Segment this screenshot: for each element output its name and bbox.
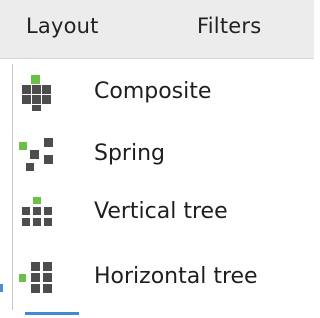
selection-accent-bar (25, 312, 79, 315)
menu-option-label: Composite (94, 79, 212, 104)
vertical-tree-icon (22, 197, 52, 226)
menu-option-label: Vertical tree (94, 199, 228, 224)
menu-option-composite[interactable]: Composite (16, 67, 306, 119)
edge-accent (0, 284, 3, 292)
spring-layout-icon (19, 138, 53, 171)
dropdown-left-border (12, 64, 13, 310)
menu-option-horizontal-tree[interactable]: Horizontal tree (16, 252, 306, 304)
menu-option-vertical-tree[interactable]: Vertical tree (16, 187, 306, 239)
composite-layout-icon (22, 75, 51, 111)
menu-option-spring[interactable]: Spring (16, 129, 306, 181)
menu-layout[interactable]: Layout (26, 14, 99, 38)
menu-filters[interactable]: Filters (197, 14, 261, 38)
menu-bar: Layout Filters (0, 0, 314, 59)
menu-option-label: Spring (94, 141, 165, 166)
horizontal-tree-icon (19, 262, 52, 293)
menu-option-label: Horizontal tree (94, 264, 258, 289)
